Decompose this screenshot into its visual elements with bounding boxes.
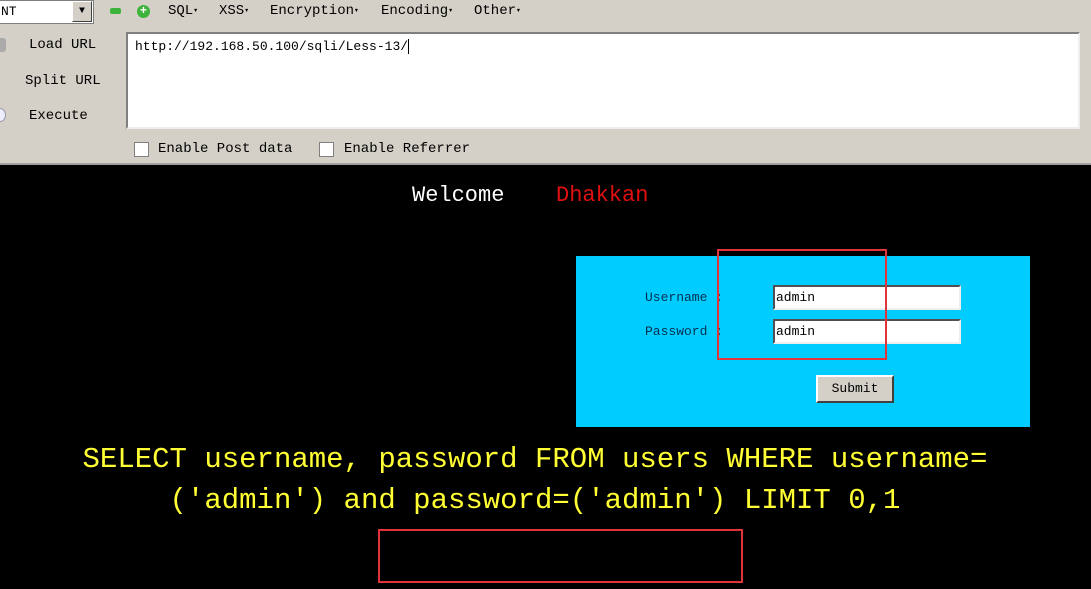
enable-post-label: Enable Post data	[158, 141, 293, 157]
enable-referrer-label: Enable Referrer	[344, 141, 471, 157]
select-value: NT	[1, 4, 17, 19]
welcome-name: Dhakkan	[556, 183, 649, 208]
url-textarea[interactable]: http://192.168.50.100/sqli/Less-13/	[126, 32, 1080, 129]
execute-button[interactable]: Execute	[29, 108, 88, 124]
minus-icon[interactable]	[110, 8, 121, 14]
sql-query-line-2: ('admin') and password=('admin') LIMIT 0…	[169, 484, 901, 517]
hackbar-toolbar: NT ▼ + SQL▾ XSS▾ Encryption▾ Encoding▾ O…	[0, 0, 1091, 165]
menu-encoding[interactable]: Encoding▾	[381, 3, 453, 19]
dropdown-arrow-icon[interactable]: ▼	[72, 1, 92, 22]
load-url-button[interactable]: Load URL	[29, 37, 96, 53]
enable-post-checkbox[interactable]	[134, 142, 149, 157]
username-label: Username :	[645, 290, 724, 305]
welcome-text: Welcome	[412, 183, 505, 208]
split-url-button[interactable]: Split URL	[25, 73, 101, 89]
plus-icon[interactable]: +	[137, 5, 150, 18]
highlight-box-inputs	[717, 249, 887, 360]
menu-xss[interactable]: XSS▾	[219, 3, 249, 19]
menu-other[interactable]: Other▾	[474, 3, 521, 19]
load-icon	[0, 38, 6, 52]
highlight-box-result	[378, 529, 743, 583]
menu-encryption[interactable]: Encryption▾	[270, 3, 359, 19]
menu-sql[interactable]: SQL▾	[168, 3, 198, 19]
password-label: Password :	[645, 324, 724, 339]
sql-query-line-1: SELECT username, password FROM users WHE…	[82, 443, 988, 476]
enable-referrer-checkbox[interactable]	[319, 142, 334, 157]
submit-button[interactable]: Submit	[816, 375, 894, 403]
execute-icon	[0, 108, 6, 122]
